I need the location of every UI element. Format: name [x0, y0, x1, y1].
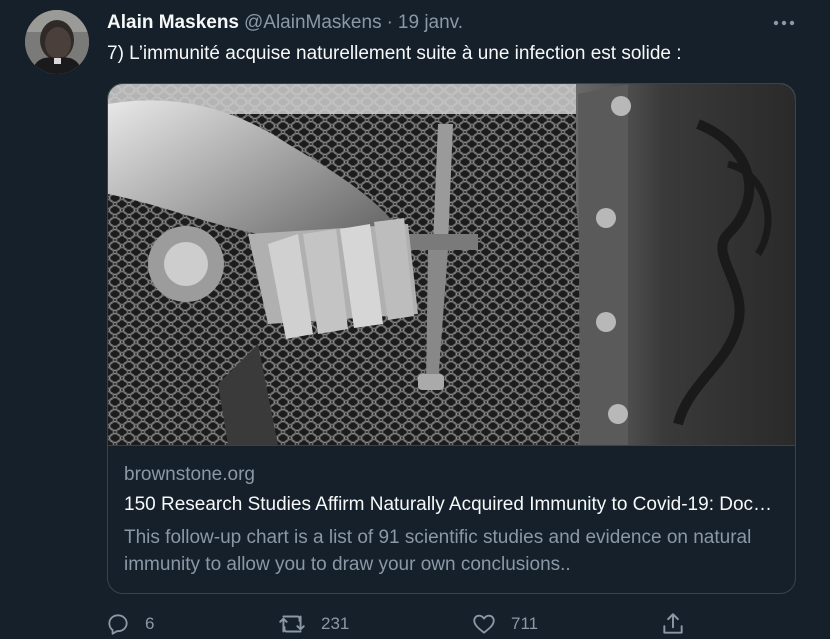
like-count: 711 [511, 614, 539, 633]
avatar[interactable] [25, 10, 89, 74]
like-button[interactable]: 711 [471, 610, 538, 638]
link-card[interactable]: brownstone.org 150 Research Studies Affi… [107, 83, 796, 594]
card-description: This follow-up chart is a list of 91 sci… [124, 527, 752, 575]
tweet: Alain Maskens @AlainMaskens · 19 janv. 7… [0, 0, 830, 639]
card-image [108, 84, 795, 445]
card-title: 150 Research Studies Affirm Naturally Ac… [124, 494, 774, 515]
header-separator: · [386, 12, 393, 33]
author-name[interactable]: Alain Maskens [107, 12, 239, 34]
share-icon [660, 611, 686, 637]
more-horizontal-icon [773, 20, 795, 26]
reply-button[interactable]: 6 [105, 610, 154, 638]
reply-count: 6 [145, 614, 155, 633]
retweet-count: 231 [321, 614, 350, 633]
retweet-icon [277, 611, 307, 637]
tweet-text: 7) L’immunité acquise naturellement suit… [107, 43, 682, 64]
heart-icon [471, 611, 497, 637]
author-handle[interactable]: @AlainMaskens [244, 12, 382, 34]
armor-photo [108, 84, 795, 445]
tweet-date[interactable]: 19 janv. [398, 12, 463, 34]
avatar-photo [25, 10, 89, 74]
retweet-button[interactable]: 231 [277, 610, 349, 638]
reply-icon [105, 611, 131, 637]
tweet-header: Alain Maskens @AlainMaskens · 19 janv. [107, 11, 463, 35]
more-options-button[interactable] [770, 10, 798, 36]
share-button[interactable] [660, 610, 686, 638]
card-body: brownstone.org 150 Research Studies Affi… [108, 445, 795, 593]
card-domain: brownstone.org [124, 464, 255, 485]
